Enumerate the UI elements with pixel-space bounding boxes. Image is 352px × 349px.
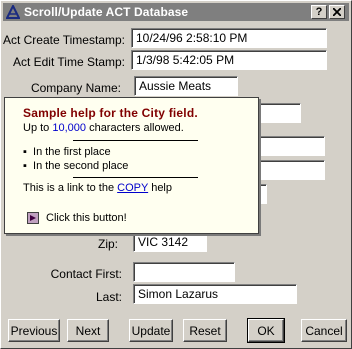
last-name-label: Last: [95,290,122,304]
zip-field[interactable]: VIC 3142 [133,232,207,252]
edit-timestamp-label: Act Edit Time Stamp: [12,55,125,69]
create-timestamp-field[interactable]: 10/24/96 2:58:10 PM [131,28,327,48]
help-link-line: This is a link to the COPY help [23,182,258,194]
arrow-icon [30,215,36,221]
address-field[interactable] [253,103,301,123]
update-button[interactable]: Update [129,319,173,342]
help-button[interactable]: ? [311,5,327,19]
help-char-limit-number: 10,000 [52,122,87,134]
window-title: Scroll/Update ACT Database [24,5,189,19]
reset-button[interactable]: Reset [183,319,227,342]
help-action-row: Click this button! [27,212,127,224]
previous-button[interactable]: Previous [8,319,60,342]
last-name-field[interactable]: Simon Lazarus [133,284,297,304]
city-field[interactable] [253,160,325,180]
help-title: Sample help for the City field. [23,106,198,120]
help-bullet-text: In the second place [33,160,129,172]
dialog-window: Scroll/Update ACT Database ? Act Create … [0,0,352,349]
contact-first-label: Contact First: [50,267,122,281]
next-button[interactable]: Next [67,319,109,342]
help-bullet-item: ▪ In the second place [23,160,129,172]
help-bullet-text: In the first place [33,146,111,158]
company-name-label: Company Name: [30,81,121,95]
close-icon [333,8,341,16]
zip-label: Zip: [97,237,118,251]
close-button[interactable] [329,5,345,19]
contact-first-field[interactable] [133,262,235,282]
title-bar[interactable]: Scroll/Update ACT Database ? [3,3,349,21]
cancel-button[interactable]: Cancel [301,319,347,342]
address-2-field[interactable] [253,136,325,156]
help-char-limit: Up to 10,000 characters allowed. [23,122,258,134]
help-bullet-item: ▪ In the first place [23,146,111,158]
help-popup: Sample help for the City field. Up to 10… [4,97,259,234]
help-link-suffix: help [148,182,172,194]
help-action-button[interactable] [27,212,39,224]
help-char-limit-prefix: Up to [23,122,53,134]
ok-button[interactable]: OK [247,318,285,343]
edit-timestamp-field[interactable]: 1/3/98 5:42:05 PM [131,50,327,70]
app-logo-icon [5,4,21,20]
help-char-limit-suffix: characters allowed. [86,122,184,134]
help-action-label: Click this button! [46,212,127,224]
copy-help-link[interactable]: COPY [117,182,148,194]
company-name-field[interactable]: Aussie Meats [134,76,238,96]
help-link-prefix: This is a link to the [23,182,118,194]
create-timestamp-label: Act Create Timestamp: [2,33,125,47]
